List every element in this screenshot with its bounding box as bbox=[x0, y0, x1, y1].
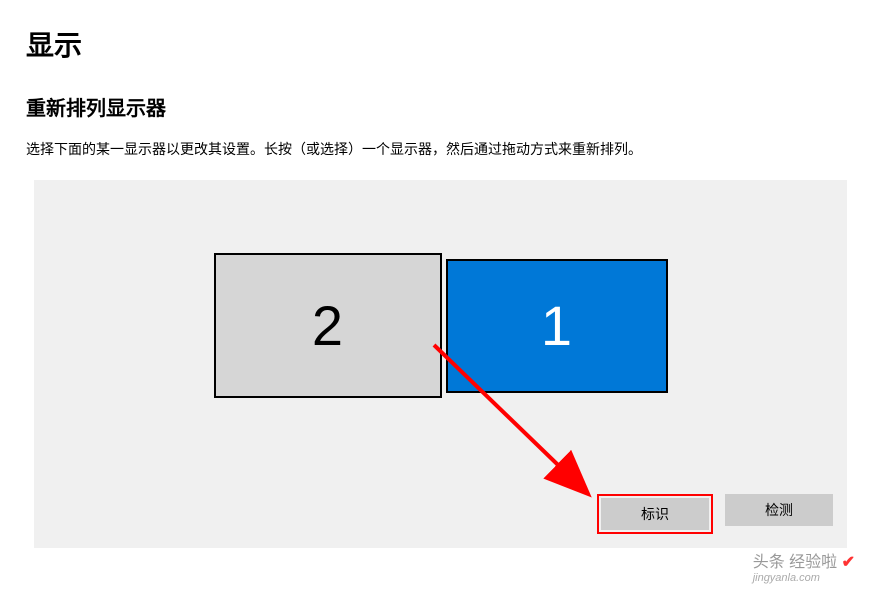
monitor-group: 2 1 bbox=[214, 253, 668, 398]
watermark-text-2: jingyanla.com bbox=[753, 572, 855, 584]
monitor-1-label: 1 bbox=[541, 293, 572, 358]
section-title: 重新排列显示器 bbox=[0, 64, 873, 121]
monitor-1[interactable]: 1 bbox=[446, 259, 668, 393]
description-text: 选择下面的某一显示器以更改其设置。长按（或选择）一个显示器，然后通过拖动方式来重… bbox=[0, 121, 873, 160]
detect-button[interactable]: 检测 bbox=[725, 494, 833, 526]
identify-button[interactable]: 标识 bbox=[601, 498, 709, 530]
watermark-check-icon: ✔ bbox=[842, 554, 855, 571]
identify-highlight: 标识 bbox=[597, 494, 713, 534]
watermark: 头条 经验啦 ✔ jingyanla.com bbox=[753, 548, 855, 584]
watermark-text-1: 头条 经验啦 bbox=[753, 554, 837, 571]
display-arrangement-area: 2 1 标识 检测 bbox=[34, 180, 847, 548]
button-row: 标识 检测 bbox=[597, 494, 833, 534]
monitor-2[interactable]: 2 bbox=[214, 253, 442, 398]
monitor-2-label: 2 bbox=[312, 293, 343, 358]
page-title: 显示 bbox=[0, 0, 873, 64]
